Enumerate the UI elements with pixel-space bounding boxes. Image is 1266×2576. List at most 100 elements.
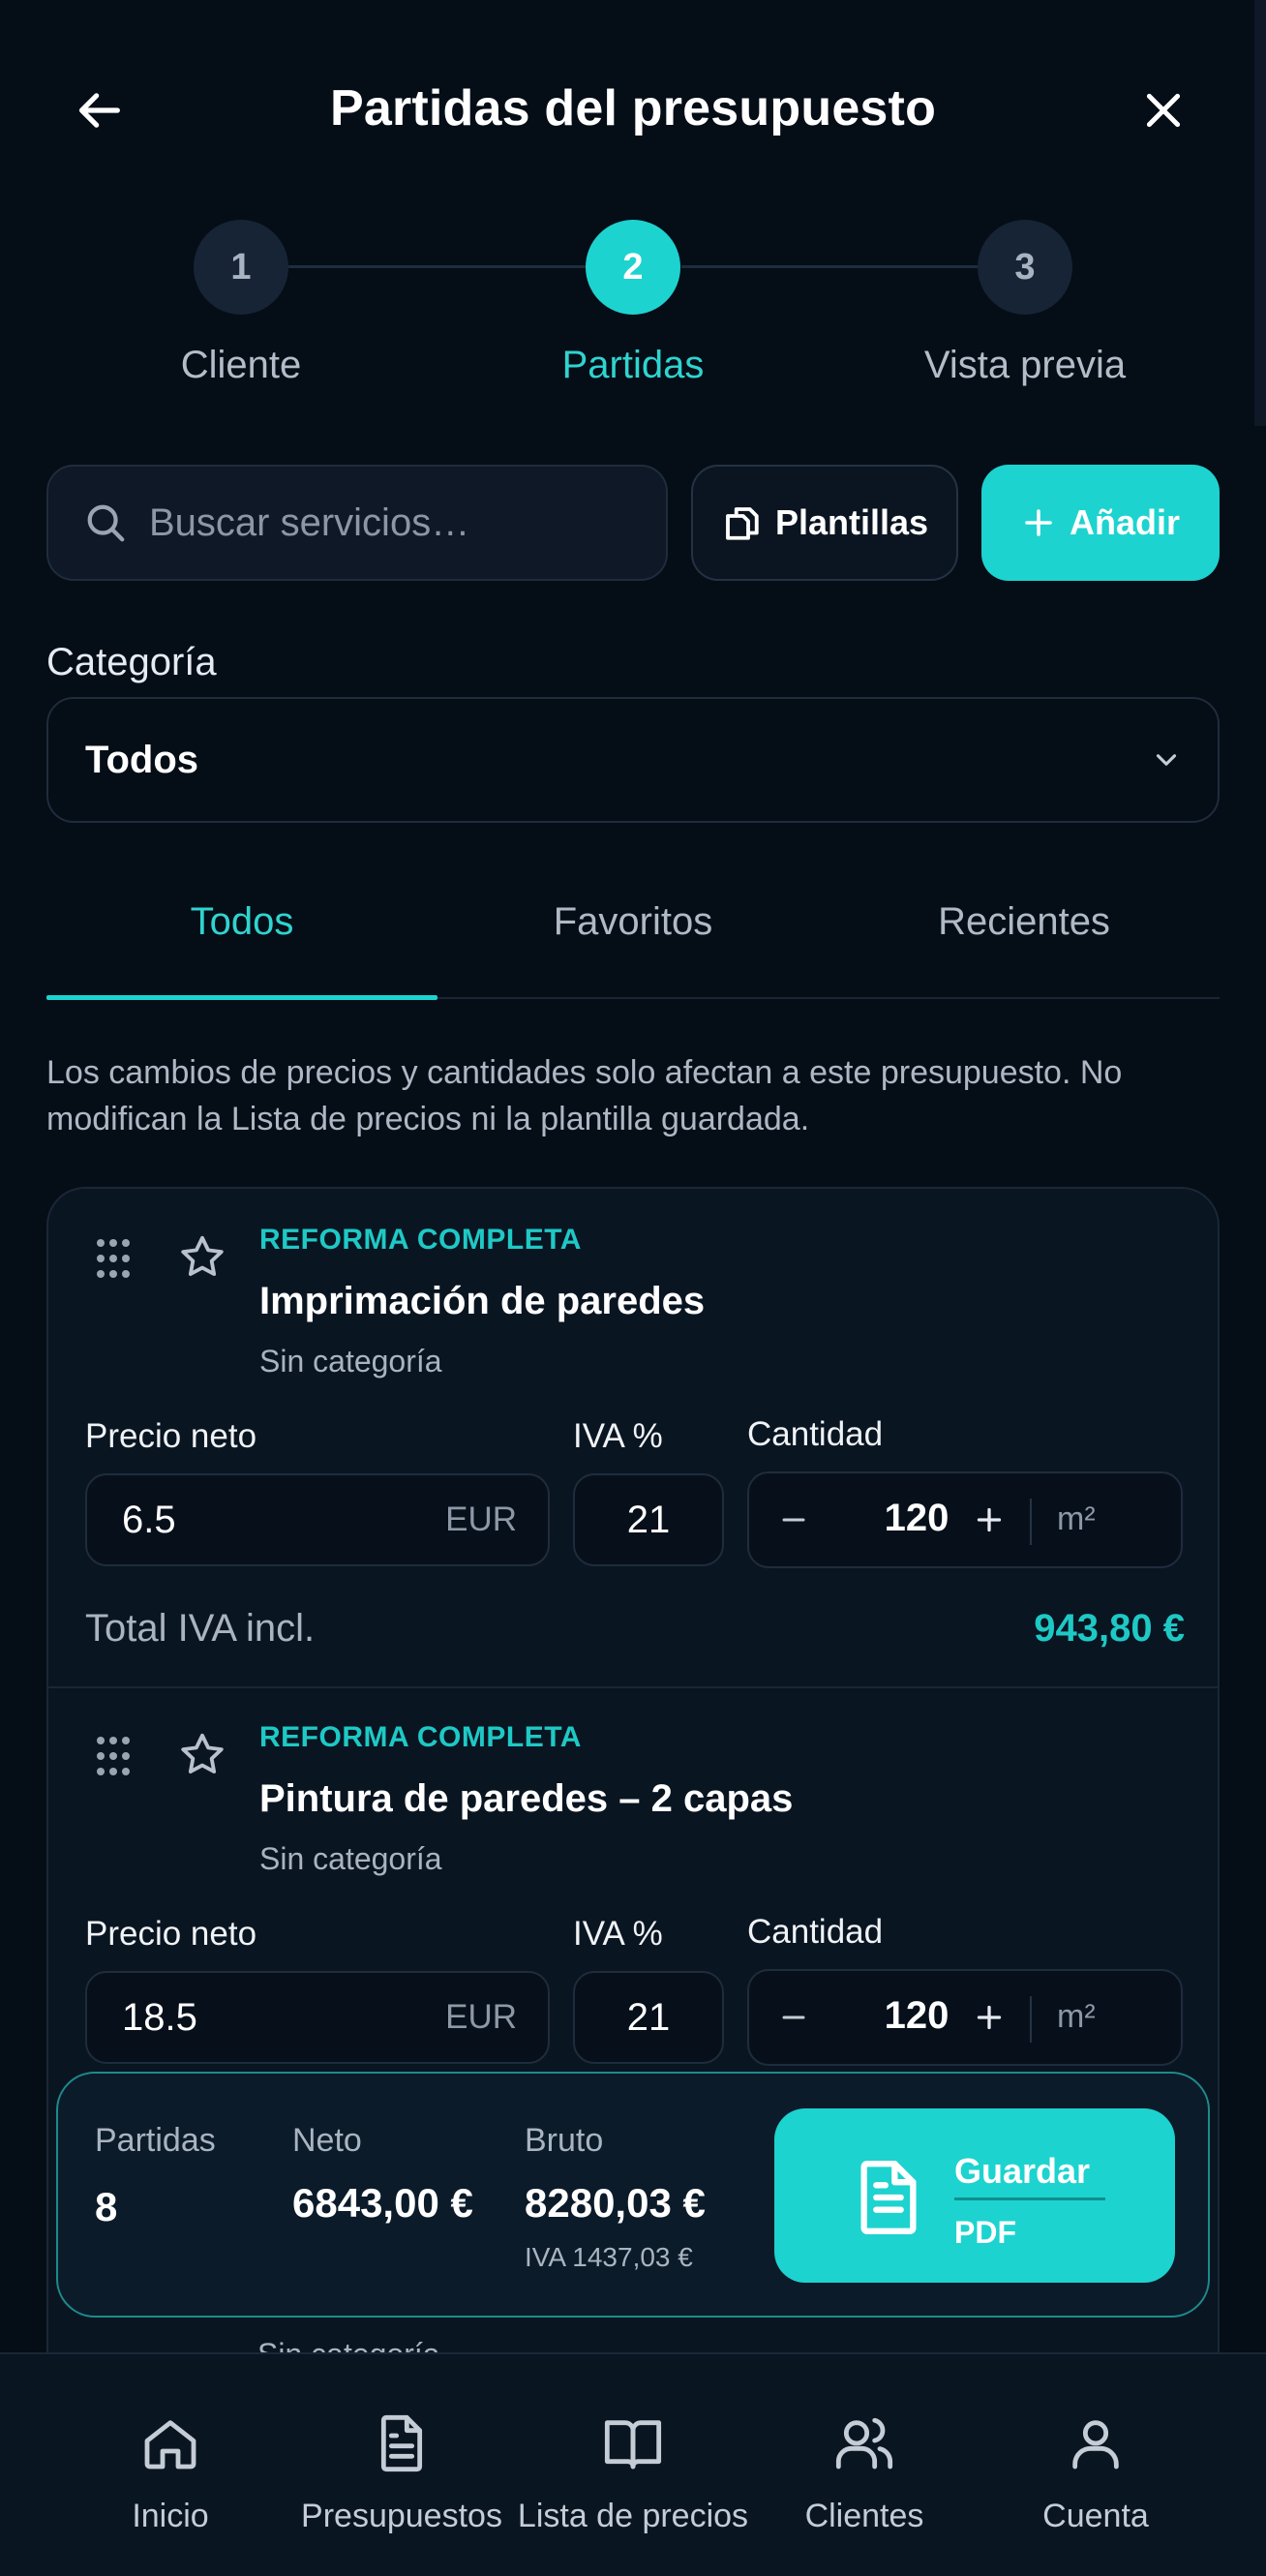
category-label: Categoría — [46, 641, 217, 683]
decrease-button[interactable] — [769, 1495, 819, 1545]
nav-label: Lista de precios — [517, 2498, 749, 2534]
increase-button[interactable] — [964, 1992, 1014, 2043]
item-category: Sin categoría — [259, 1344, 442, 1379]
templates-label: Plantillas — [774, 502, 929, 542]
plus-icon — [1025, 509, 1052, 536]
tab-recientes[interactable]: Recientes — [829, 900, 1220, 999]
list-item: REFORMA COMPLETA Imprimación de paredes … — [48, 1189, 1218, 1686]
star-icon[interactable] — [176, 1231, 228, 1284]
scrollbar[interactable] — [1254, 0, 1266, 426]
summary-gross-label: Bruto — [525, 2122, 604, 2159]
summary-bar: Partidas 8 Neto 6843,00 € Bruto 8280,03 … — [56, 2072, 1210, 2318]
unit-label: m² — [1057, 1998, 1096, 2035]
document-icon — [860, 2161, 917, 2234]
nav-item-presupuestos[interactable]: Presupuestos — [275, 2354, 528, 2576]
bottom-navigation: Inicio Presupuestos Lista de precios Cli… — [0, 2352, 1266, 2576]
summary-vat-value: IVA 1437,03 € — [525, 2242, 693, 2272]
close-button[interactable] — [1115, 62, 1212, 159]
nav-label: Cuenta — [1042, 2498, 1149, 2534]
stepper-connector — [288, 265, 587, 268]
tab-favoritos[interactable]: Favoritos — [437, 900, 829, 999]
vat-label: IVA % — [573, 1417, 663, 1455]
price-input[interactable] — [122, 1498, 316, 1542]
minus-icon — [782, 2015, 805, 2019]
drag-handle-icon[interactable] — [95, 1735, 132, 1777]
vat-input[interactable] — [600, 1498, 697, 1542]
nav-item-cuenta[interactable]: Cuenta — [969, 2354, 1222, 2576]
quantity-stepper: 120 m² — [747, 1969, 1183, 2066]
plus-icon — [977, 1507, 1002, 1532]
step-3-indicator[interactable]: 3 — [978, 220, 1072, 315]
item-title: Pintura de paredes – 2 capas — [259, 1777, 794, 1820]
nav-label: Presupuestos — [301, 2498, 502, 2534]
summary-net-value: 6843,00 € — [292, 2180, 473, 2226]
save-sublabel: PDF — [954, 2215, 1016, 2250]
total-label: Total IVA incl. — [85, 1607, 316, 1650]
drag-handle-icon[interactable] — [95, 1237, 132, 1280]
search-box[interactable] — [46, 465, 668, 581]
user-icon — [1072, 2420, 1119, 2470]
save-label-divider — [954, 2197, 1105, 2200]
nav-item-inicio[interactable]: Inicio — [44, 2354, 297, 2576]
nav-label: Inicio — [132, 2498, 209, 2534]
nav-item-lista-de-precios[interactable]: Lista de precios — [506, 2354, 760, 2576]
summary-items-label: Partidas — [95, 2122, 216, 2159]
price-field[interactable]: EUR — [85, 1971, 550, 2064]
quantity-separator — [1030, 1499, 1032, 1545]
star-icon[interactable] — [176, 1729, 228, 1781]
templates-button[interactable]: Plantillas — [691, 465, 958, 581]
unit-label: m² — [1057, 1500, 1096, 1537]
currency-label: EUR — [445, 1500, 517, 1538]
step-1-indicator[interactable]: 1 — [194, 220, 288, 315]
active-tab-indicator — [46, 995, 437, 1000]
vat-field[interactable] — [573, 1971, 724, 2064]
close-icon — [1146, 93, 1181, 128]
save-label: Guardar — [954, 2151, 1091, 2191]
plus-icon — [977, 2005, 1002, 2030]
notice-text: Los cambios de precios y cantidades solo… — [46, 1054, 1123, 1137]
price-field[interactable]: EUR — [85, 1473, 550, 1566]
copy-icon — [726, 507, 759, 540]
stepper-connector — [681, 265, 980, 268]
quantity-label: Cantidad — [747, 1913, 884, 1951]
step-2-label: Partidas — [561, 344, 705, 386]
save-pdf-button[interactable]: Guardar PDF — [774, 2108, 1175, 2283]
item-tag: REFORMA COMPLETA — [259, 1224, 582, 1256]
item-tag: REFORMA COMPLETA — [259, 1721, 582, 1753]
summary-items-count: 8 — [95, 2184, 118, 2229]
price-input[interactable] — [122, 1995, 316, 2040]
total-value: 943,80 € — [1034, 1607, 1185, 1650]
step-1-label: Cliente — [180, 344, 302, 386]
summary-net-label: Neto — [292, 2122, 362, 2159]
home-icon — [144, 2420, 196, 2470]
nav-item-clientes[interactable]: Clientes — [738, 2354, 991, 2576]
add-button[interactable]: Añadir — [981, 465, 1220, 581]
users-icon — [835, 2417, 893, 2470]
chevron-down-icon — [1156, 754, 1177, 766]
item-category: Sin categoría — [259, 1841, 442, 1876]
quantity-separator — [1030, 1996, 1032, 2043]
search-input[interactable] — [149, 500, 652, 545]
currency-label: EUR — [445, 1998, 517, 2036]
search-icon — [87, 504, 125, 542]
price-label: Precio neto — [85, 1915, 257, 1953]
item-title: Imprimación de paredes — [259, 1280, 706, 1322]
step-2-indicator[interactable]: 2 — [586, 220, 680, 315]
page-title: Partidas del presupuesto — [329, 80, 937, 136]
decrease-button[interactable] — [769, 1992, 819, 2043]
vat-input[interactable] — [600, 1995, 697, 2040]
increase-button[interactable] — [964, 1495, 1014, 1545]
quantity-label: Cantidad — [747, 1415, 884, 1453]
minus-icon — [782, 1518, 805, 1522]
book-icon — [604, 2420, 662, 2470]
tab-todos[interactable]: Todos — [46, 900, 437, 999]
nav-label: Clientes — [804, 2498, 924, 2534]
vat-label: IVA % — [573, 1915, 663, 1953]
category-value: Todos — [85, 738, 199, 781]
vat-field[interactable] — [573, 1473, 724, 1566]
step-3-label: Vista previa — [923, 344, 1127, 386]
quantity-stepper: 120 m² — [747, 1471, 1183, 1568]
price-label: Precio neto — [85, 1417, 257, 1455]
document-icon — [380, 2414, 423, 2472]
category-select[interactable]: Todos — [46, 697, 1220, 823]
